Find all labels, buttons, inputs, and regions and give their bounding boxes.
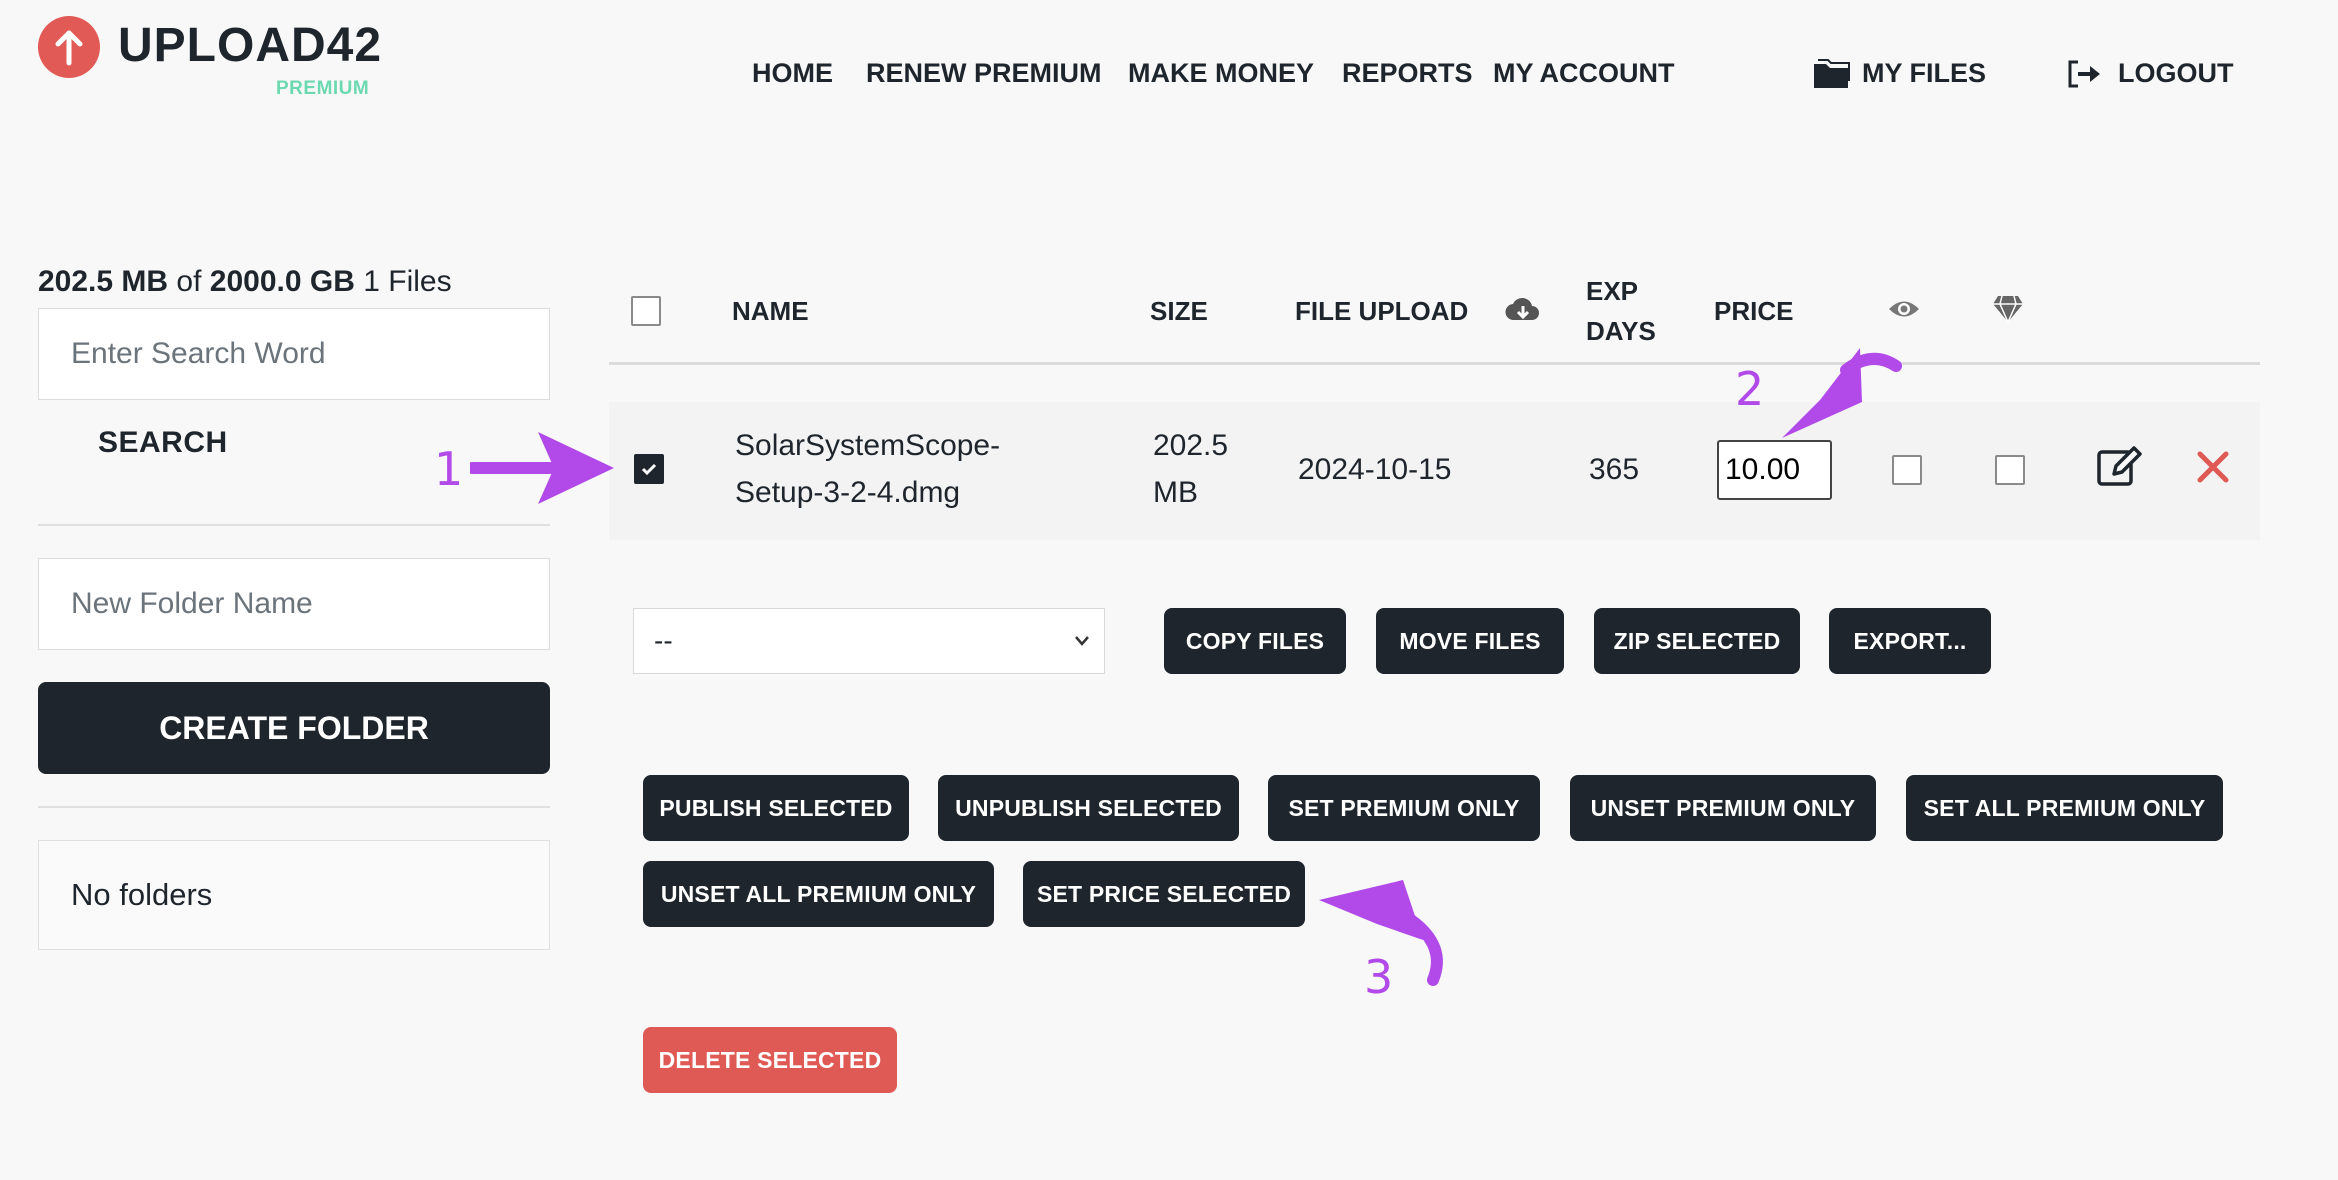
- nav-renew-premium[interactable]: RENEW PREMIUM: [866, 58, 1102, 89]
- annotation-arrow-3: [1319, 880, 1443, 986]
- nav-reports[interactable]: REPORTS: [1342, 58, 1473, 89]
- storage-total: 2000.0 GB: [209, 265, 355, 298]
- folder-select[interactable]: --: [633, 608, 1105, 674]
- my-files-label: MY FILES: [1862, 58, 1987, 88]
- unset-premium-only-button[interactable]: UNSET PREMIUM ONLY: [1570, 775, 1876, 841]
- file-upload-date: 2024-10-15: [1298, 453, 1452, 486]
- annotation-arrow-2: [1782, 348, 1902, 438]
- file-count: 1 Files: [363, 265, 452, 298]
- column-header-file-upload[interactable]: FILE UPLOAD: [1295, 296, 1468, 327]
- folder-icon: [1814, 59, 1850, 88]
- sidebar-divider: [38, 806, 550, 808]
- file-name-line2[interactable]: Setup-3-2-4.dmg: [735, 469, 960, 516]
- delete-selected-button[interactable]: DELETE SELECTED: [643, 1027, 897, 1093]
- annotation-number-2: 2: [1735, 362, 1765, 416]
- row-select-checkbox[interactable]: [634, 454, 664, 484]
- brand-tagline: PREMIUM: [276, 78, 370, 99]
- copy-files-button[interactable]: COPY FILES: [1164, 608, 1346, 674]
- folder-select-value: --: [654, 625, 673, 656]
- set-premium-only-button[interactable]: SET PREMIUM ONLY: [1268, 775, 1540, 841]
- column-header-exp-line1: EXP: [1586, 276, 1639, 306]
- column-header-size[interactable]: SIZE: [1150, 296, 1208, 327]
- create-folder-button[interactable]: CREATE FOLDER: [38, 682, 550, 774]
- storage-of: of: [176, 265, 202, 298]
- edit-icon[interactable]: [2096, 444, 2144, 488]
- no-folders-text: No folders: [71, 877, 213, 912]
- logout-label: LOGOUT: [2118, 58, 2234, 88]
- nav-home[interactable]: HOME: [752, 58, 833, 89]
- column-header-exp-line2: DAYS: [1586, 316, 1656, 346]
- annotation-arrow-1: [470, 432, 614, 504]
- diamond-icon: [1993, 295, 2023, 324]
- chevron-down-icon: [1075, 636, 1089, 646]
- sidebar-divider: [38, 524, 550, 526]
- column-header-price[interactable]: PRICE: [1714, 296, 1793, 327]
- storage-summary: 202.5 MB of 2000.0 GB 1 Files: [38, 265, 452, 299]
- cloud-download-icon[interactable]: [1505, 294, 1541, 324]
- unpublish-selected-button[interactable]: UNPUBLISH SELECTED: [938, 775, 1239, 841]
- column-header-name[interactable]: NAME: [732, 296, 809, 327]
- nav-make-money[interactable]: MAKE MONEY: [1128, 58, 1314, 89]
- set-price-selected-button[interactable]: SET PRICE SELECTED: [1023, 861, 1305, 927]
- export-button[interactable]: EXPORT...: [1829, 608, 1991, 674]
- delete-icon[interactable]: [2196, 450, 2230, 484]
- folder-list: No folders: [38, 840, 550, 950]
- eye-icon: [1889, 301, 1919, 317]
- select-all-checkbox[interactable]: [631, 296, 661, 326]
- file-name-line1[interactable]: SolarSystemScope-: [735, 422, 1000, 469]
- annotation-number-1: 1: [434, 442, 464, 496]
- table-header-divider: [609, 362, 2260, 365]
- set-all-premium-only-button[interactable]: SET ALL PREMIUM ONLY: [1906, 775, 2223, 841]
- sign-out-icon: [2068, 60, 2100, 88]
- brand-name[interactable]: UPLOAD42: [118, 18, 382, 73]
- check-icon: [641, 463, 657, 476]
- move-files-button[interactable]: MOVE FILES: [1376, 608, 1564, 674]
- search-input[interactable]: [38, 308, 550, 400]
- search-button[interactable]: SEARCH: [98, 426, 228, 460]
- zip-selected-button[interactable]: ZIP SELECTED: [1594, 608, 1800, 674]
- premium-only-checkbox[interactable]: [1995, 455, 2025, 485]
- unset-all-premium-only-button[interactable]: UNSET ALL PREMIUM ONLY: [643, 861, 994, 927]
- publish-checkbox[interactable]: [1892, 455, 1922, 485]
- storage-used: 202.5 MB: [38, 265, 169, 298]
- publish-selected-button[interactable]: PUBLISH SELECTED: [643, 775, 909, 841]
- file-exp-days: 365: [1589, 453, 1640, 486]
- new-folder-input[interactable]: [38, 558, 550, 650]
- logo-icon[interactable]: [38, 16, 100, 78]
- nav-my-account[interactable]: MY ACCOUNT: [1493, 58, 1675, 89]
- file-size-line1: 202.5: [1153, 429, 1229, 462]
- file-size-line2: MB: [1153, 476, 1198, 509]
